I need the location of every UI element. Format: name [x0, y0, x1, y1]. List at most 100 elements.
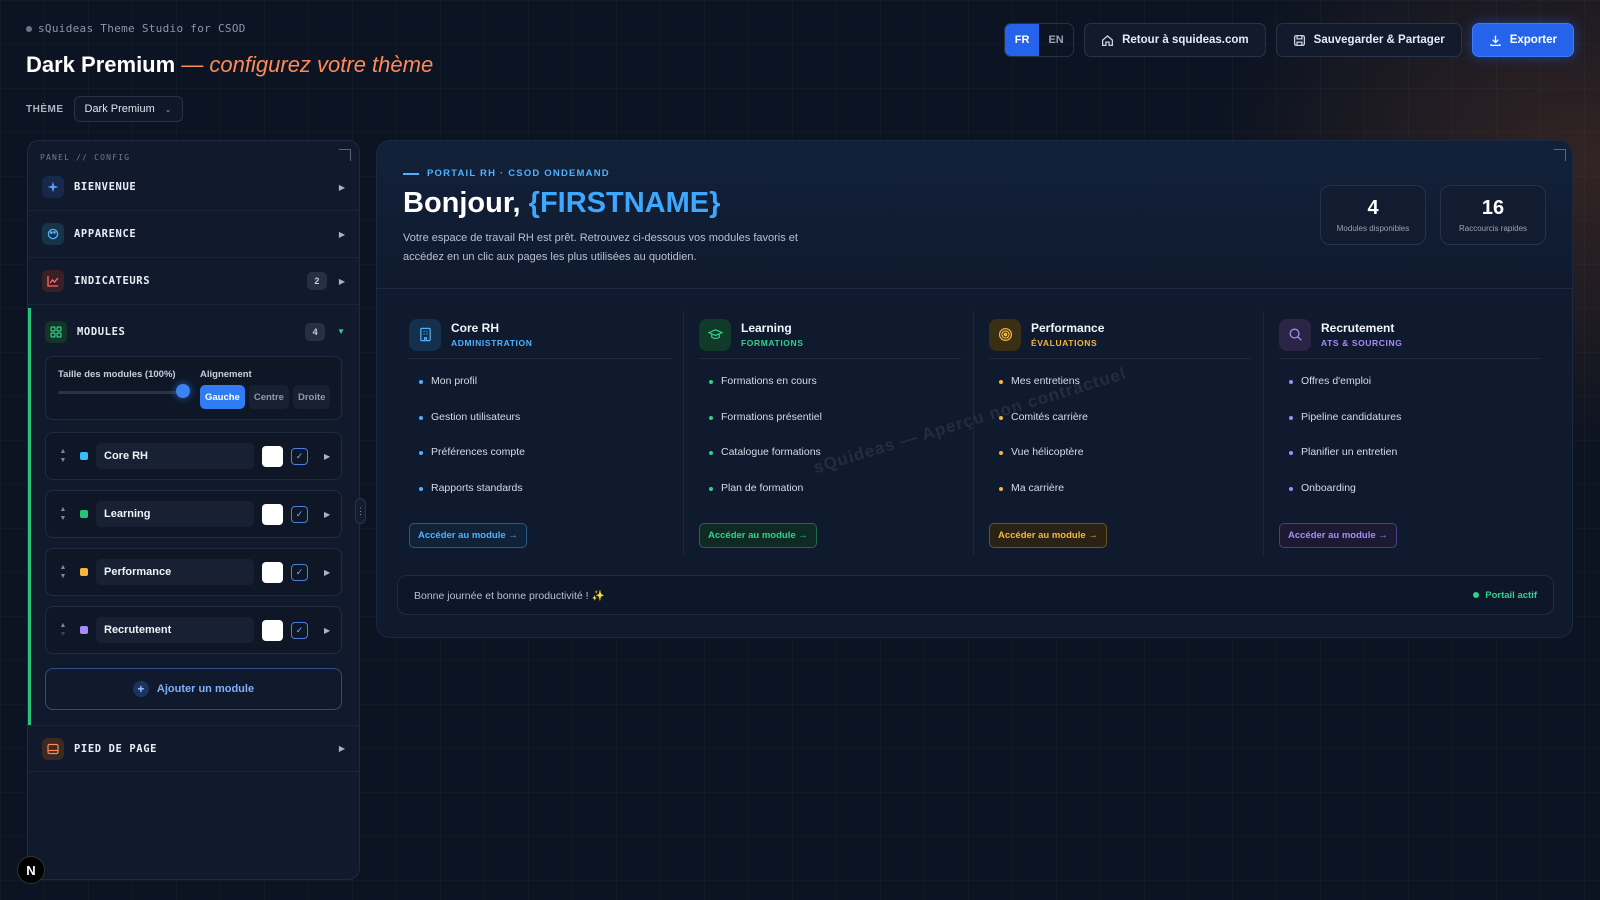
- theme-row: THÈME Dark Premium ⌄: [26, 96, 183, 122]
- list-item[interactable]: Planifier un entretien: [1289, 446, 1401, 482]
- reorder-arrows[interactable]: ▲ ▼: [52, 505, 74, 523]
- footer-message: Bonne journée et bonne productivité ! ✨: [414, 589, 605, 602]
- list-item[interactable]: Mon profil: [419, 375, 525, 411]
- preview-hero: PORTAIL RH · CSOD ONDEMAND Bonjour, {FIR…: [377, 141, 1572, 289]
- theme-label: THÈME: [26, 103, 64, 115]
- list-item[interactable]: Rapports standards: [419, 482, 525, 518]
- module-name-input[interactable]: Core RH: [96, 443, 254, 469]
- section-apparence[interactable]: APPARENCE ▶: [28, 211, 359, 258]
- size-slider-handle[interactable]: [176, 384, 190, 398]
- list-item[interactable]: Ma carrière: [999, 482, 1088, 518]
- size-slider-track[interactable]: [58, 391, 184, 394]
- align-right-button[interactable]: Droite: [292, 385, 331, 409]
- alignment-label: Alignement: [200, 369, 252, 380]
- visibility-checkbox[interactable]: ✓: [291, 447, 308, 465]
- visibility-checkbox[interactable]: ✓: [291, 563, 308, 581]
- list-item[interactable]: Formations présentiel: [709, 411, 822, 447]
- module-link-list: Mon profil Gestion utilisateurs Préféren…: [419, 375, 525, 517]
- module-size-box: Taille des modules (100%) Alignement Gau…: [45, 356, 342, 420]
- section-pied-de-page[interactable]: PIED DE PAGE ▶: [28, 725, 359, 772]
- module-row-recrutement: ▲ ▼ Recrutement ✓ ▶: [45, 606, 342, 654]
- align-left-button[interactable]: Gauche: [200, 385, 245, 409]
- chevron-down-icon: ⌄: [164, 104, 172, 114]
- list-item[interactable]: Pipeline candidatures: [1289, 411, 1401, 447]
- color-swatch[interactable]: [262, 445, 283, 467]
- top-toolbar: FR EN Retour à squideas.com Sauvegarder &…: [1004, 23, 1574, 57]
- preview-kicker: PORTAIL RH · CSOD ONDEMAND: [403, 168, 610, 179]
- target-icon: [989, 318, 1021, 351]
- move-up-icon[interactable]: ▲: [60, 563, 67, 572]
- section-modules[interactable]: MODULES 4 ▼: [31, 308, 359, 355]
- home-icon: [1102, 34, 1114, 46]
- lang-fr-button[interactable]: FR: [1005, 24, 1040, 56]
- list-item[interactable]: Catalogue formations: [709, 446, 822, 482]
- list-item[interactable]: Vue hélicoptère: [999, 446, 1088, 482]
- list-item[interactable]: Formations en cours: [709, 375, 822, 411]
- module-color-dot: [80, 568, 88, 576]
- reorder-arrows[interactable]: ▲ ▼: [52, 447, 74, 465]
- stat-modules: 4 Modules disponibles: [1320, 185, 1426, 245]
- move-down-icon[interactable]: ▼: [60, 630, 67, 639]
- expand-arrow-icon: ▶: [338, 182, 345, 192]
- plus-icon: +: [132, 681, 149, 697]
- save-share-button[interactable]: Sauvegarder & Partager: [1275, 23, 1462, 57]
- expand-arrow-icon[interactable]: ▶: [324, 568, 330, 577]
- move-down-icon[interactable]: ▼: [60, 456, 67, 465]
- status-dot: [26, 25, 32, 32]
- move-down-icon[interactable]: ▼: [60, 572, 67, 581]
- move-up-icon[interactable]: ▲: [60, 447, 67, 456]
- back-to-site-button[interactable]: Retour à squideas.com: [1084, 23, 1266, 57]
- access-module-button[interactable]: Accéder au module →: [1279, 523, 1397, 548]
- building-icon: [409, 318, 441, 351]
- section-bienvenue[interactable]: BIENVENUE ▶: [28, 164, 359, 211]
- stat-shortcuts: 16 Raccourcis rapides: [1440, 185, 1546, 245]
- visibility-checkbox[interactable]: ✓: [291, 505, 308, 523]
- add-module-button[interactable]: + Ajouter un module: [45, 668, 342, 710]
- move-up-icon[interactable]: ▲: [60, 621, 67, 630]
- export-button[interactable]: Exporter: [1471, 23, 1574, 57]
- reorder-arrows[interactable]: ▲ ▼: [52, 563, 74, 581]
- expand-arrow-icon[interactable]: ▶: [324, 452, 330, 461]
- move-down-icon[interactable]: ▼: [60, 514, 67, 523]
- framework-logo[interactable]: N: [17, 856, 45, 884]
- reorder-arrows[interactable]: ▲ ▼: [52, 621, 74, 639]
- save-icon: [1293, 34, 1305, 46]
- visibility-checkbox[interactable]: ✓: [291, 621, 308, 639]
- color-swatch[interactable]: [262, 619, 283, 641]
- expand-arrow-icon[interactable]: ▶: [324, 510, 330, 519]
- section-indicateurs[interactable]: INDICATEURS 2 ▶: [28, 258, 359, 305]
- language-switch: FR EN: [1004, 23, 1075, 57]
- access-module-button[interactable]: Accéder au module →: [699, 523, 817, 548]
- module-name-input[interactable]: Performance: [96, 559, 254, 585]
- panel-corner: [339, 149, 351, 161]
- status-dot: [1473, 592, 1480, 598]
- preview-footer: Bonne journée et bonne productivité ! ✨ …: [397, 575, 1554, 615]
- list-item[interactable]: Offres d'emploi: [1289, 375, 1401, 411]
- firstname-token: {FIRSTNAME}: [528, 187, 721, 219]
- expand-arrow-icon[interactable]: ▶: [324, 626, 330, 635]
- studio-label: sQuideas Theme Studio for CSOD: [26, 22, 246, 35]
- module-name-input[interactable]: Recrutement: [96, 617, 254, 643]
- move-up-icon[interactable]: ▲: [60, 505, 67, 514]
- chart-icon: [42, 270, 64, 292]
- panel-resize-handle[interactable]: ⋮: [355, 498, 366, 524]
- modules-count-badge: 4: [305, 322, 326, 341]
- list-item[interactable]: Onboarding: [1289, 482, 1401, 518]
- size-label: Taille des modules (100%): [58, 369, 176, 380]
- align-center-button[interactable]: Centre: [248, 385, 289, 409]
- search-icon: [1279, 318, 1311, 351]
- theme-select[interactable]: Dark Premium ⌄: [73, 96, 183, 122]
- access-module-button[interactable]: Accéder au module →: [989, 523, 1107, 548]
- intro-text: Votre espace de travail RH est prêt. Ret…: [403, 232, 798, 263]
- module-row-core-rh: ▲ ▼ Core RH ✓ ▶: [45, 432, 342, 480]
- module-name-input[interactable]: Learning: [96, 501, 254, 527]
- list-item[interactable]: Préférences compte: [419, 446, 525, 482]
- list-item[interactable]: Plan de formation: [709, 482, 822, 518]
- lang-en-button[interactable]: EN: [1039, 24, 1073, 56]
- list-item[interactable]: Gestion utilisateurs: [419, 411, 525, 447]
- status-badge: Portail actif: [1473, 590, 1537, 601]
- color-swatch[interactable]: [262, 561, 283, 583]
- color-swatch[interactable]: [262, 503, 283, 525]
- module-card-performance: Performance ÉVALUATIONS Mes entretiens Co…: [989, 311, 1251, 548]
- access-module-button[interactable]: Accéder au module →: [409, 523, 527, 548]
